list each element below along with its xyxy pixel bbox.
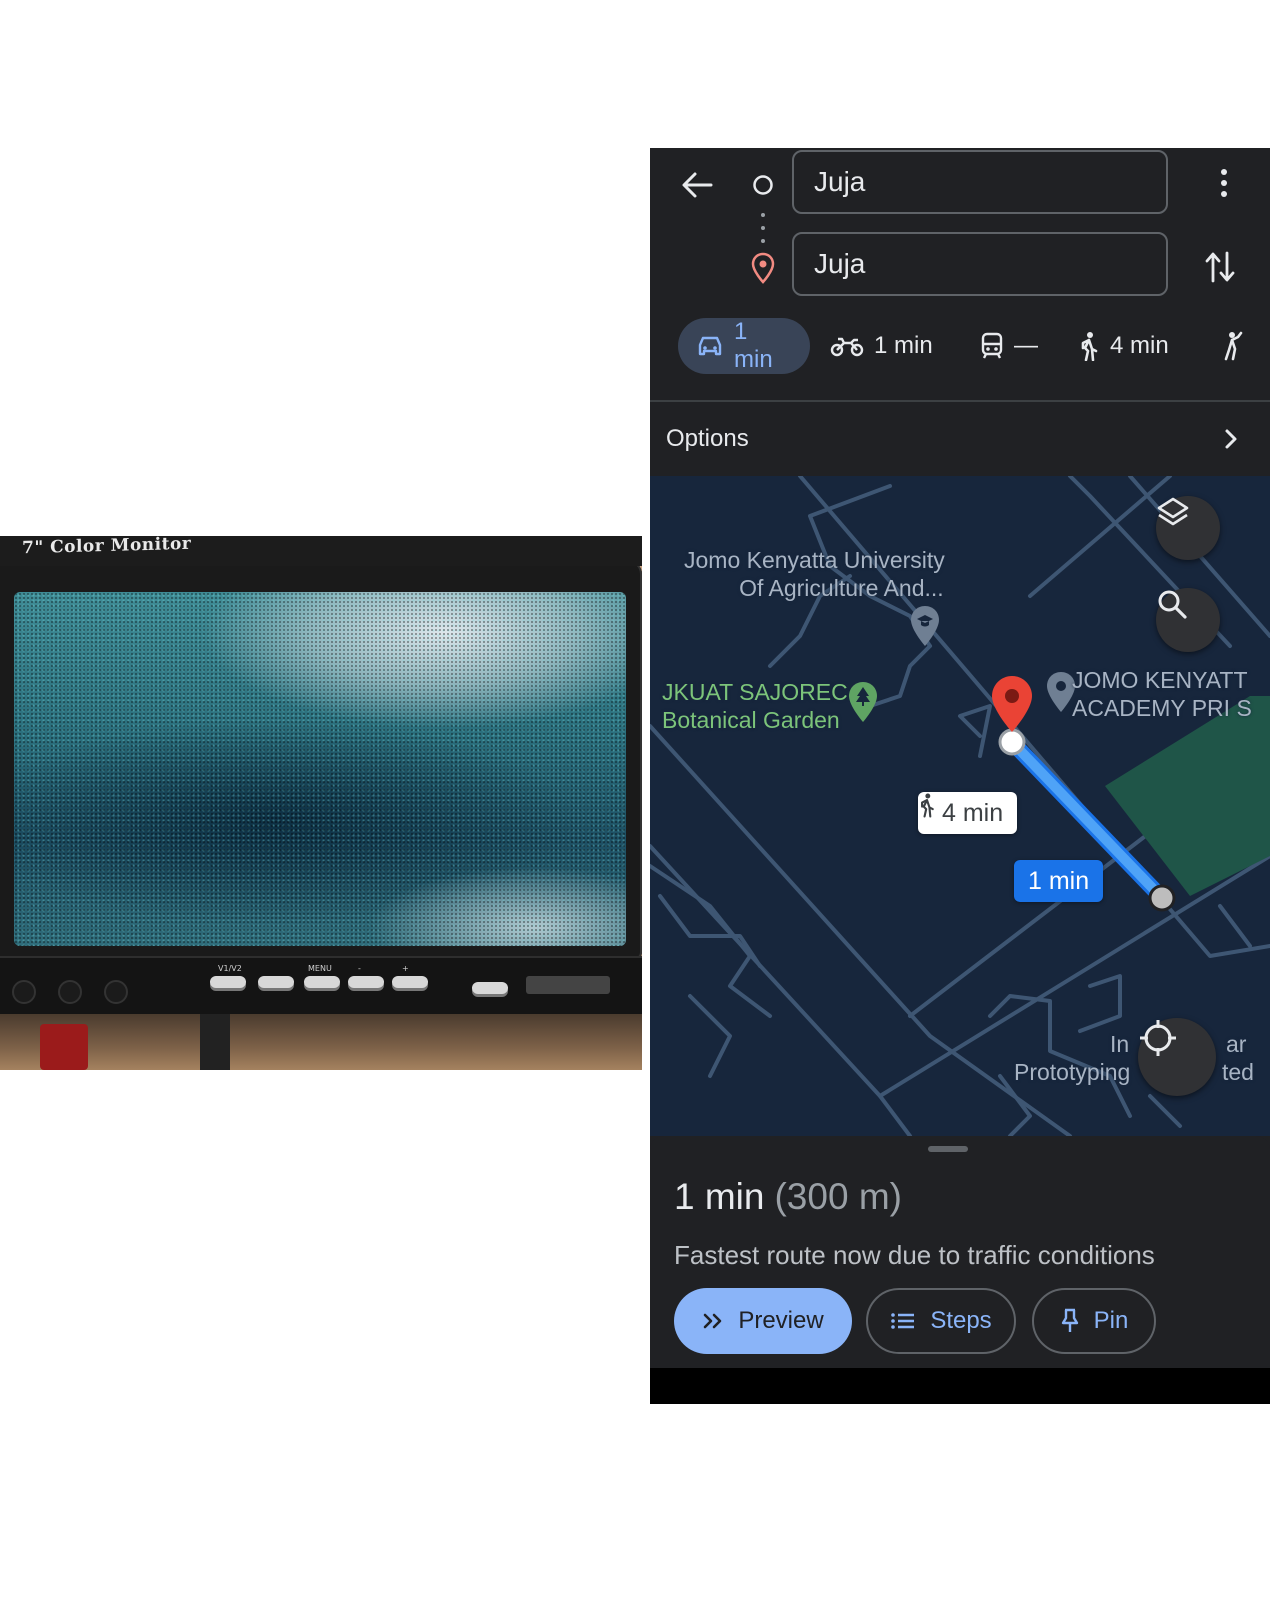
park-pin-icon[interactable] <box>846 680 880 724</box>
monitor-button-label: MENU <box>308 964 332 973</box>
route-bottom-sheet: 1 min (300 m) Fastest route now due to tr… <box>650 1136 1270 1368</box>
route-note: Fastest route now due to traffic conditi… <box>674 1240 1155 1270</box>
directions-header: Juja Juja 1 min 1 min — 4 min <box>650 148 1270 400</box>
destination-pin-icon <box>750 252 776 284</box>
pushpin-icon <box>1060 1308 1080 1334</box>
system-nav-bar <box>650 1368 1270 1404</box>
university-pin-icon[interactable] <box>908 604 942 648</box>
route-distance: (300 m) <box>774 1176 902 1217</box>
map-view[interactable]: Jomo Kenyatta University Of Agriculture … <box>650 476 1270 1136</box>
chevron-right-icon <box>1220 426 1242 452</box>
maps-directions-screen: Juja Juja 1 min 1 min — 4 min Options Jo… <box>650 148 1270 1404</box>
double-chevron-right-icon <box>702 1312 724 1330</box>
origin-circle-icon <box>752 174 774 196</box>
preview-label: Preview <box>738 1307 824 1334</box>
route-summary: 1 min (300 m) <box>674 1176 902 1218</box>
options-label: Options <box>666 425 749 452</box>
monitor-label: 7" Color Monitor <box>22 536 192 559</box>
list-icon <box>890 1311 916 1331</box>
map-label-academy[interactable]: JOMO KENYATT ACADEMY PRI S <box>1072 666 1252 722</box>
tab-ride[interactable] <box>1222 318 1246 374</box>
monitor-button-label: + <box>402 964 409 973</box>
map-label-botanical-garden[interactable]: JKUAT SAJOREC Botanical Garden <box>662 678 848 734</box>
map-label-line: Botanical Garden <box>662 707 840 733</box>
train-icon <box>980 332 1004 360</box>
map-label-prototyping[interactable]: Prototyping <box>1014 1058 1130 1086</box>
red-connector <box>40 1024 88 1070</box>
monitor-stand <box>0 1014 642 1070</box>
monitor-button <box>392 976 428 988</box>
tab-transit-label: — <box>1014 332 1038 359</box>
monitor-slot <box>526 976 610 994</box>
monitor-indicator <box>12 980 36 1004</box>
tab-motorcycle[interactable]: 1 min <box>830 318 933 374</box>
map-label-line: ACADEMY PRI S <box>1072 695 1252 721</box>
stand-bracket <box>200 1014 230 1070</box>
monitor-indicator <box>104 980 128 1004</box>
monitor-screen-static <box>14 592 626 946</box>
motorcycle-icon <box>830 335 864 357</box>
monitor-button <box>348 976 384 988</box>
swap-icon[interactable] <box>1198 244 1242 290</box>
map-label-line: JKUAT SAJOREC <box>662 679 848 705</box>
steps-button[interactable]: Steps <box>866 1288 1016 1354</box>
back-arrow-icon[interactable] <box>674 162 720 208</box>
tab-transit[interactable]: — <box>980 318 1038 374</box>
route-dots-icon <box>759 210 767 246</box>
destination-marker-icon[interactable] <box>988 674 1036 734</box>
monitor-button-label: - <box>358 964 361 973</box>
origin-input[interactable]: Juja <box>792 150 1168 214</box>
monitor-button <box>258 976 294 988</box>
monitor-button-label: V1/V2 <box>218 964 242 973</box>
preview-button[interactable]: Preview <box>674 1288 852 1354</box>
destination-input[interactable]: Juja <box>792 232 1168 296</box>
map-label-partial: ar <box>1226 1031 1247 1057</box>
monitor-bezel: V1/V2 MENU - + <box>0 956 642 1018</box>
monitor-top-edge: 7" Color Monitor <box>0 536 642 566</box>
map-search-button[interactable] <box>1156 588 1220 652</box>
my-location-button[interactable] <box>1138 1018 1216 1096</box>
pin-label: Pin <box>1093 1307 1129 1334</box>
route-time: 1 min <box>674 1176 765 1217</box>
tab-driving-label: 1 min <box>734 318 773 373</box>
drive-time-bubble[interactable]: 1 min <box>1014 860 1104 902</box>
map-label-line: Of Agriculture And... <box>739 575 944 601</box>
map-label-partial: ted <box>1222 1059 1254 1085</box>
tab-walking-label: 4 min <box>1110 332 1169 359</box>
monitor-power-button <box>472 982 508 994</box>
options-row[interactable]: Options <box>650 400 1270 476</box>
more-options-icon[interactable] <box>1210 160 1238 206</box>
ride-icon <box>1222 331 1246 361</box>
map-label-line: JOMO KENYATT <box>1072 667 1248 693</box>
walk-icon <box>1078 331 1100 361</box>
monitor-button <box>304 976 340 988</box>
drag-handle[interactable] <box>928 1146 968 1152</box>
pin-button[interactable]: Pin <box>1032 1288 1156 1354</box>
walk-time-bubble[interactable]: 4 min <box>918 792 1018 834</box>
travel-mode-tabs: 1 min 1 min — 4 min <box>650 318 1270 380</box>
car-icon <box>696 334 724 358</box>
drive-time-label: 1 min <box>1028 866 1090 895</box>
monitor-frame <box>0 560 642 960</box>
tab-motorcycle-label: 1 min <box>874 332 933 359</box>
monitor-indicator <box>58 980 82 1004</box>
steps-label: Steps <box>930 1307 992 1334</box>
map-label-line: Jomo Kenyatta University <box>684 547 945 573</box>
map-label-jkuat[interactable]: Jomo Kenyatta University Of Agriculture … <box>684 546 945 602</box>
monitor-button <box>210 976 246 988</box>
map-label-partial: In <box>1110 1031 1130 1057</box>
tab-driving[interactable]: 1 min <box>678 318 810 374</box>
layers-button[interactable] <box>1156 496 1220 560</box>
tab-walking[interactable]: 4 min <box>1078 318 1169 374</box>
walk-time-label: 4 min <box>942 798 1004 827</box>
monitor-photo: 7" Color Monitor V1/V2 MENU - + <box>0 536 642 1070</box>
